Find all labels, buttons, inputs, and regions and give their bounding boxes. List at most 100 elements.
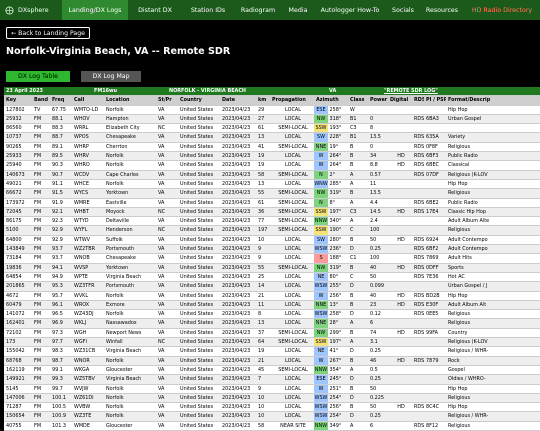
cell-country: United States bbox=[180, 162, 214, 169]
cell-country: United States bbox=[180, 246, 214, 253]
cell-location: Yorktown bbox=[106, 264, 129, 271]
table-row[interactable]: 64800 FM 92.9 WTWV Suffolk VA United States 202… bbox=[4, 235, 540, 246]
table-row[interactable]: 149921 FM 99.3 WZ5TBV Virginia Beach VA United… bbox=[4, 375, 540, 385]
table-row[interactable]: 86560 FM 88.3 WRRL Elizabeth City NC United St… bbox=[4, 124, 540, 134]
table-row[interactable]: 143849 FM 93.7 WZ2TBR Portsmouth VA United Sta… bbox=[4, 245, 540, 255]
table-row[interactable]: 72102 FM 97.3 WGH Newport News VA United State… bbox=[4, 328, 540, 339]
table-row[interactable]: 10737 FM 88.7 WPOS Chesapeake VA United States… bbox=[4, 133, 540, 143]
column-header-rds[interactable]: RDS bbox=[412, 96, 424, 104]
table-row[interactable]: 141072 FM 96.5 WZ43DJ Norfolk VA United States… bbox=[4, 310, 540, 320]
cell-date: 2023/04/23 bbox=[222, 190, 251, 197]
table-row[interactable]: 19836 FM 94.1 WVSP Yorktown VA United States 20… bbox=[4, 263, 540, 273]
table-row[interactable]: 68768 FM 98.7 WNOR Norfolk VA United States 202… bbox=[4, 356, 540, 366]
table-row[interactable]: 5145 FM 99.7 WVJW Norfolk VA United States 2023… bbox=[4, 384, 540, 394]
table-row[interactable]: 173 FM 97.7 WGFI Winfall NC United States 2023/… bbox=[4, 338, 540, 348]
table-row[interactable]: 5100 FM 92.9 WYFL Henderson NC United States 20… bbox=[4, 226, 540, 236]
cell-st: VA bbox=[158, 218, 165, 225]
nav-media[interactable]: Media bbox=[282, 0, 314, 20]
cell-call: WHRP bbox=[74, 143, 89, 150]
column-header-propagation[interactable]: Propagation bbox=[270, 96, 314, 104]
column-header-format[interactable]: Format/Descrip bbox=[446, 96, 505, 104]
nav-station-ids[interactable]: Station IDs bbox=[182, 0, 234, 20]
cell-power: 0.5 bbox=[370, 366, 378, 373]
cell-class: B bbox=[350, 357, 354, 364]
table-row[interactable]: 173972 FM 91.9 WMRE Eastville VA United States… bbox=[4, 198, 540, 208]
table-row[interactable]: 25932 FM 88.1 WHOV Hampton VA United States 202… bbox=[4, 114, 540, 125]
table-row[interactable]: 90265 FM 89.1 WHRP Cherrton VA United States 20… bbox=[4, 142, 540, 153]
column-header-st[interactable]: St/Pr bbox=[156, 96, 178, 104]
cell-date: 2023/04/23 bbox=[222, 199, 251, 206]
cell-key: 40755 bbox=[6, 422, 22, 429]
nav-hd-radio-directory[interactable]: HD Radio Directory bbox=[464, 0, 540, 20]
cell-rds bbox=[412, 385, 424, 393]
column-header-digital[interactable]: Digital bbox=[388, 96, 412, 104]
back-to-landing-button[interactable]: ← Back to Landing Page bbox=[6, 27, 90, 39]
cell-location: Norfolk bbox=[106, 311, 124, 318]
table-row[interactable]: 162401 FM 96.9 WKLJ Nassawadox VA United State… bbox=[4, 319, 540, 329]
table-row[interactable]: 155042 FM 98.3 WZ31CB Virginia Beach VA United… bbox=[4, 347, 540, 357]
cell-class: A bbox=[350, 339, 354, 346]
table-row[interactable]: 140673 FM 90.7 WCDV Cape Charles VA United Sta… bbox=[4, 170, 540, 180]
table-row[interactable]: 66672 FM 91.5 WYCS Yorktown VA United States 20… bbox=[4, 189, 540, 199]
table-row[interactable]: 25940 FM 90.3 WHRO Norfolk VA United States 202… bbox=[4, 161, 540, 171]
cell-km: 55 bbox=[258, 190, 265, 197]
cell-country: United States bbox=[180, 264, 214, 271]
cell-date: 2023/04/23 bbox=[222, 115, 251, 122]
table-row[interactable]: 86175 FM 92.3 WTYD Deltaville VA United States… bbox=[4, 217, 540, 227]
table-row[interactable]: 64854 FM 94.9 WPTE Virginia Beach VA United St… bbox=[4, 272, 540, 283]
cell-call: WZ2TBR bbox=[74, 246, 96, 253]
table-row[interactable]: 162119 FM 99.1 WKGA Gloucester VA United State… bbox=[4, 365, 540, 376]
table-row[interactable]: 73184 FM 93.7 WNOB Chesapeake VA United States… bbox=[4, 254, 540, 264]
column-header-country[interactable]: Country bbox=[178, 96, 220, 104]
table-row[interactable]: 201865 FM 95.3 WZ3TFR Portsmouth VA United Sta… bbox=[4, 282, 540, 292]
column-header-band[interactable]: Band bbox=[32, 96, 50, 104]
column-header-power[interactable]: Power bbox=[368, 96, 388, 104]
cell-propagation: SEMI-LOCAL bbox=[278, 339, 308, 346]
table-row[interactable]: 40755 FM 101.3 WMDE Gloucester VA United State… bbox=[4, 421, 540, 431]
table-row[interactable]: 60479 FM 96.1 WROX Exmore VA United States 2023… bbox=[4, 300, 540, 311]
cell-location: Norfolk bbox=[106, 394, 124, 401]
table-row[interactable]: 150654 FM 100.9 WZ3TE Norfolk VA United States… bbox=[4, 412, 540, 422]
azimuth-direction-badge: SSW bbox=[314, 338, 328, 347]
cell-freq: 92.9 bbox=[52, 227, 63, 234]
cell-digital bbox=[388, 189, 412, 197]
cell-rds: RDS bbox=[414, 301, 424, 308]
column-header-location[interactable]: Location bbox=[104, 96, 156, 104]
table-row[interactable]: 49021 FM 91.1 WHCE Norfolk VA United States 202… bbox=[4, 179, 540, 190]
banner-remote-sdr-log-link[interactable]: "REMOTE SDR LOG" bbox=[382, 87, 502, 95]
cell-band: FM bbox=[34, 311, 42, 318]
cell-digital bbox=[388, 180, 412, 188]
table-row[interactable]: 25933 FM 89.5 WHRV Norfolk VA United States 202… bbox=[4, 152, 540, 162]
azimuth-direction-badge: NNW bbox=[314, 365, 328, 375]
cell-location: Exmore bbox=[106, 301, 125, 308]
nav-autologger-how-to[interactable]: Autologger How-To bbox=[314, 0, 386, 20]
column-header-date[interactable]: Date bbox=[220, 96, 256, 104]
column-header-call[interactable]: Call bbox=[72, 96, 104, 104]
column-header-class[interactable]: Class bbox=[348, 96, 368, 104]
column-header-pi[interactable]: PI / PSP bbox=[424, 96, 446, 104]
cell-st: VA bbox=[158, 366, 165, 373]
table-row[interactable]: 4672 FM 95.7 WVKL Norfolk VA United States 2023… bbox=[4, 291, 540, 301]
dx-log-map-button[interactable]: DX Log Map bbox=[81, 71, 141, 82]
table-row[interactable]: 72045 FM 92.1 WHBT Moyock NC United States 2023… bbox=[4, 207, 540, 218]
column-header-freq[interactable]: Freq bbox=[50, 96, 72, 104]
nav-landing-dx-logs[interactable]: Landing/DX Logs bbox=[62, 0, 128, 20]
dx-log-table-button[interactable]: DX Log Table bbox=[6, 71, 70, 82]
cell-km: 19 bbox=[258, 162, 265, 169]
nav-radiogram[interactable]: Radiogram bbox=[234, 0, 282, 20]
cell-country: United States bbox=[180, 413, 214, 420]
table-row[interactable]: 127802 TV 67.75 WMTO-LD Norfolk VA United Stat… bbox=[4, 105, 540, 115]
cell-country: United States bbox=[180, 320, 214, 327]
cell-call: WKGA bbox=[74, 366, 90, 373]
nav-socials[interactable]: Socials bbox=[386, 0, 420, 20]
cell-format: Hip Hop bbox=[448, 106, 468, 113]
table-row[interactable]: 147006 FM 100.1 WZ61DI Norfolk VA United State… bbox=[4, 393, 540, 404]
column-header-km[interactable]: km bbox=[256, 96, 270, 104]
nav-resources[interactable]: Resources bbox=[420, 0, 464, 20]
column-header-key[interactable]: Key bbox=[4, 96, 32, 104]
column-header-azimuth[interactable]: Azimuth bbox=[314, 96, 348, 104]
table-row[interactable]: 71287 FM 100.5 WVBW Norfolk VA United States 20… bbox=[4, 403, 540, 413]
nav-distant-dx[interactable]: Distant DX bbox=[128, 0, 182, 20]
site-logo[interactable]: DXsphere bbox=[0, 0, 62, 20]
cell-key: 140673 bbox=[6, 171, 25, 178]
